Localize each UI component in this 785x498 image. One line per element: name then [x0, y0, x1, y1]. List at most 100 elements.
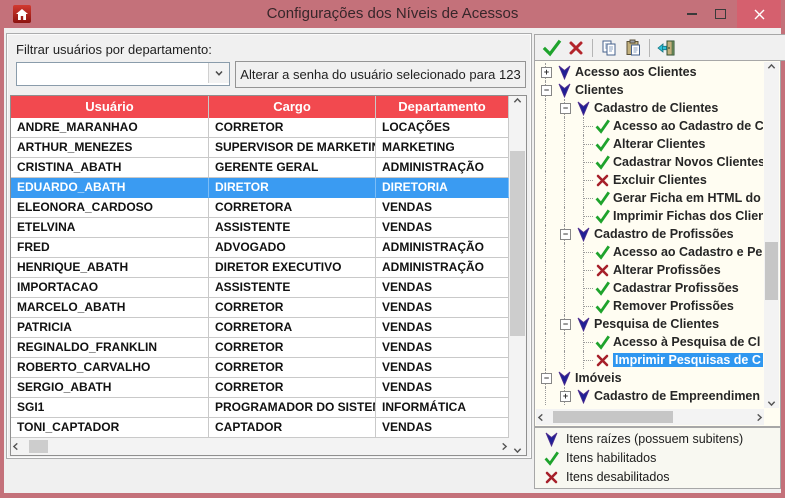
department-combobox[interactable]	[16, 62, 230, 86]
table-row[interactable]: SGI1PROGRAMADOR DO SISTEMAINFORMÁTICA	[11, 398, 509, 418]
exit-button[interactable]	[654, 37, 678, 59]
cancel-button[interactable]	[564, 37, 588, 59]
tree-item[interactable]: + Acesso aos Clientes	[537, 63, 763, 81]
expander-slot: −	[537, 369, 556, 387]
tree-item-label[interactable]: Cadastrar Profissões	[613, 281, 739, 295]
table-row[interactable]: IMPORTACAOASSISTENTEVENDAS	[11, 278, 509, 298]
scrollbar-thumb[interactable]	[29, 440, 48, 453]
scrollbar-thumb[interactable]	[553, 411, 673, 423]
scrollbar-thumb[interactable]	[765, 242, 778, 300]
tree-item[interactable]: Alterar Clientes	[537, 135, 763, 153]
expander-slot: +	[537, 63, 556, 81]
tree-item[interactable]: Excluir Clientes	[537, 171, 763, 189]
tree-item-label[interactable]: Cadastro de Empreendimen	[594, 389, 760, 403]
table-row[interactable]: ARTHUR_MENEZESSUPERVISOR DE MARKETINGMAR…	[11, 138, 509, 158]
tree-item-label[interactable]: Alterar Clientes	[613, 137, 705, 151]
tree-item-label[interactable]: Alterar Profissões	[613, 263, 721, 277]
table-row[interactable]: CRISTINA_ABATHGERENTE GERALADMINISTRAÇÃO	[11, 158, 509, 178]
tree-item-label[interactable]: Remover Profissões	[613, 299, 734, 313]
minimize-icon	[687, 13, 697, 15]
table-cell: ADMINISTRAÇÃO	[376, 258, 509, 278]
table-row[interactable]: ELEONORA_CARDOSOCORRETORAVENDAS	[11, 198, 509, 218]
table-row[interactable]: FREDADVOGADOADMINISTRAÇÃO	[11, 238, 509, 258]
tree-item-label[interactable]: Acesso aos Clientes	[575, 65, 697, 79]
scroll-up-icon[interactable]	[513, 96, 522, 105]
tree-item-label[interactable]: Cadastro de Clientes	[594, 101, 718, 115]
tree-item-label[interactable]: Clientes	[575, 83, 624, 97]
scroll-right-icon[interactable]	[500, 442, 509, 451]
maximize-button[interactable]	[707, 0, 733, 28]
table-row[interactable]: ANDRE_MARANHAOCORRETORLOCAÇÕES	[11, 118, 509, 138]
tree-item[interactable]: Acesso ao Cadastro de C	[537, 117, 763, 135]
tree-item-label[interactable]: Pesquisa de Clientes	[594, 317, 719, 331]
scroll-down-icon[interactable]	[767, 399, 776, 408]
minimize-button[interactable]	[679, 0, 705, 28]
tree-item-label[interactable]: Acesso à Pesquisa de Cl	[613, 335, 760, 349]
tree-item-label[interactable]: Imóveis	[575, 371, 622, 385]
column-header-1[interactable]: Cargo	[209, 96, 376, 118]
tree-item[interactable]: − Pesquisa de Clientes	[537, 315, 763, 333]
tree-item-label[interactable]: Excluir Clientes	[613, 173, 707, 187]
scroll-left-icon[interactable]	[11, 442, 20, 451]
table-row[interactable]: PATRICIACORRETORAVENDAS	[11, 318, 509, 338]
tree-item-label[interactable]: Imprimir Fichas dos Clien	[613, 209, 763, 223]
table-row[interactable]: REGINALDO_FRANKLINCORRETORVENDAS	[11, 338, 509, 358]
table-row[interactable]: HENRIQUE_ABATHDIRETOR EXECUTIVOADMINISTR…	[11, 258, 509, 278]
tree-item[interactable]: Remover Profissões	[537, 297, 763, 315]
check-icon	[594, 154, 611, 170]
confirm-button[interactable]	[540, 37, 564, 59]
paste-button[interactable]	[621, 37, 645, 59]
tree-item[interactable]: Acesso à Pesquisa de Cl	[537, 333, 763, 351]
copy-button[interactable]	[597, 37, 621, 59]
scroll-left-icon[interactable]	[536, 413, 545, 422]
users-table-vertical-scrollbar[interactable]	[509, 96, 526, 455]
tree-item[interactable]: Acesso ao Cadastro e Pe	[537, 243, 763, 261]
tree-item[interactable]: Alterar Profissões	[537, 261, 763, 279]
close-button[interactable]	[737, 0, 781, 28]
tree-item-label[interactable]: Gerar Ficha em HTML do	[613, 191, 761, 205]
tree-horizontal-scrollbar[interactable]	[536, 409, 764, 425]
tree-item[interactable]: − Clientes	[537, 81, 763, 99]
expand-icon[interactable]: +	[541, 67, 552, 78]
change-password-button[interactable]: Alterar a senha do usuário selecionado p…	[235, 61, 526, 88]
tree-item-label[interactable]: Imprimir Pesquisas de C	[613, 353, 763, 367]
permissions-tree: +Acesso aos Clientes−Clientes−Cadastro d…	[537, 63, 763, 408]
tree-vertical-scrollbar[interactable]	[764, 62, 779, 408]
collapse-icon[interactable]: −	[541, 85, 552, 96]
tree-item[interactable]: − Cadastro de Clientes	[537, 99, 763, 117]
tree-item[interactable]: Gerar Ficha em HTML do	[537, 189, 763, 207]
column-header-0[interactable]: Usuário	[11, 96, 209, 118]
tree-item-label[interactable]: Acesso ao Cadastro e Pe	[613, 245, 762, 259]
table-row[interactable]: ROBERTO_CARVALHOCORRETORVENDAS	[11, 358, 509, 378]
tree-item[interactable]: Cadastrar Novos Clientes	[537, 153, 763, 171]
collapse-icon[interactable]: −	[541, 373, 552, 384]
collapse-icon[interactable]: −	[560, 103, 571, 114]
expander-slot: −	[556, 99, 575, 117]
tree-item-label[interactable]: Acesso ao Cadastro de C	[613, 119, 763, 133]
collapse-icon[interactable]: −	[560, 229, 571, 240]
tree-item[interactable]: Cadastrar Profissões	[537, 279, 763, 297]
check-icon	[594, 334, 611, 350]
users-table-horizontal-scrollbar[interactable]	[11, 438, 509, 455]
table-row[interactable]: ETELVINAASSISTENTEVENDAS	[11, 218, 509, 238]
table-row[interactable]: MARCELO_ABATHCORRETORVENDAS	[11, 298, 509, 318]
scrollbar-thumb[interactable]	[510, 151, 525, 336]
combobox-dropdown-button[interactable]	[208, 63, 229, 83]
tree-item[interactable]: − Imóveis	[537, 369, 763, 387]
expand-icon[interactable]: +	[560, 391, 571, 402]
column-header-2[interactable]: Departamento	[376, 96, 509, 118]
tree-item[interactable]: Imprimir Pesquisas de C	[537, 351, 763, 369]
tree-item[interactable]: + Cadastro de Empreendimen	[537, 387, 763, 405]
tree-item-label[interactable]: Cadastrar Novos Clientes	[613, 155, 763, 169]
collapse-icon[interactable]: −	[560, 319, 571, 330]
scroll-right-icon[interactable]	[755, 413, 764, 422]
tree-item[interactable]: − Cadastro de Profissões	[537, 225, 763, 243]
table-row[interactable]: EDUARDO_ABATHDIRETORDIRETORIA	[11, 178, 509, 198]
scroll-down-icon[interactable]	[513, 446, 522, 455]
tree-item[interactable]: Imprimir Fichas dos Clien	[537, 207, 763, 225]
tree-item-label[interactable]: Cadastro de Profissões	[594, 227, 734, 241]
table-row[interactable]: TONI_CAPTADORCAPTADORVENDAS	[11, 418, 509, 438]
table-row[interactable]: SERGIO_ABATHCORRETORVENDAS	[11, 378, 509, 398]
scroll-up-icon[interactable]	[767, 62, 776, 71]
table-cell: PATRICIA	[11, 318, 209, 338]
